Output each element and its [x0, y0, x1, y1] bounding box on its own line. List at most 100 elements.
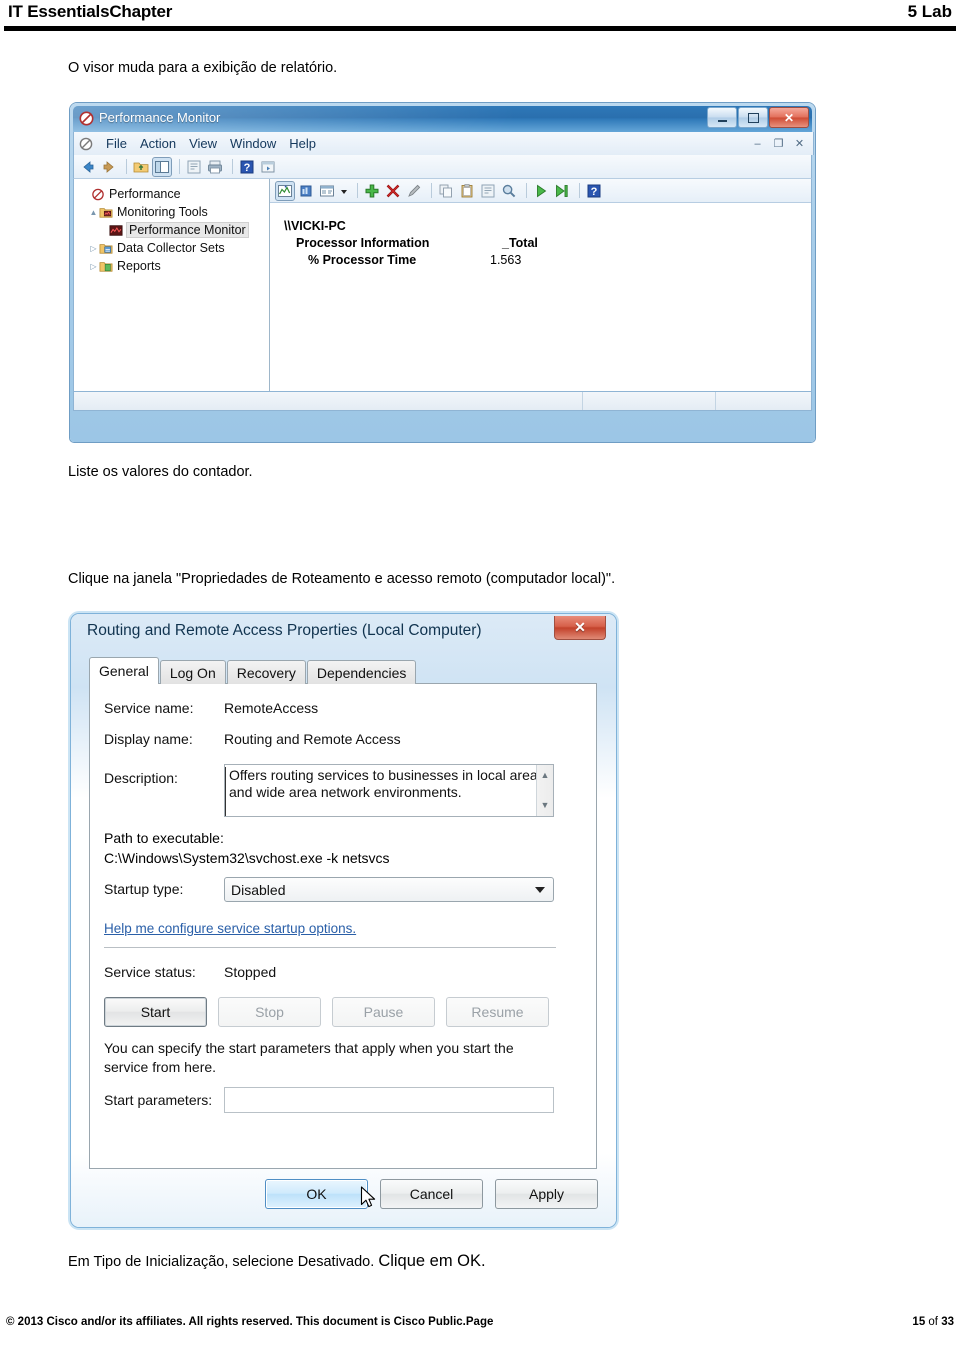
dialog-footer-buttons: OK Cancel Apply	[265, 1179, 598, 1209]
tree-label: Performance	[109, 187, 181, 201]
path-to-executable-label: Path to executable:	[104, 830, 224, 846]
display-name-row: Display name: Routing and Remote Access	[104, 731, 582, 764]
performance-monitor-menubar: File Action View Window Help – ❐ ✕	[73, 132, 814, 155]
rras-properties-dialog: Routing and Remote Access Properties (Lo…	[71, 614, 616, 1227]
path-to-executable-value: C:\Windows\System32\svchost.exe -k netsv…	[104, 850, 390, 866]
instruction-paragraph-4: Em Tipo de Inicialização, selecione Desa…	[68, 1252, 486, 1271]
view-report-icon[interactable]	[318, 182, 336, 200]
back-arrow-icon[interactable]	[79, 158, 97, 176]
help-configure-startup-link[interactable]: Help me configure service startup option…	[104, 921, 356, 936]
tab-recovery[interactable]: Recovery	[226, 660, 306, 684]
instruction-paragraph-3: Clique na janela "Propriedades de Roteam…	[68, 571, 616, 587]
ok-button[interactable]: OK	[265, 1179, 368, 1209]
instruction-paragraph-1: O visor muda para a exibição de relatóri…	[68, 60, 338, 76]
report-counter-label: % Processor Time	[308, 253, 417, 267]
tree-item-data-collector-sets[interactable]: ▷ Data Collector Sets	[78, 239, 269, 257]
menu-item-view[interactable]: View	[189, 136, 217, 151]
page-number-total: 33	[941, 1316, 954, 1328]
copy-properties-icon[interactable]	[437, 182, 455, 200]
service-name-row: Service name: RemoteAccess	[104, 700, 582, 731]
report-counter-row: % Processor Time 1.563	[284, 253, 811, 270]
tree-label: Reports	[117, 259, 161, 273]
scroll-down-icon[interactable]: ▼	[541, 797, 550, 814]
description-scrollbar[interactable]: ▲ ▼	[536, 765, 553, 816]
path-to-executable-row: Path to executable: C:\Windows\System32\…	[104, 830, 582, 877]
performance-monitor-icon	[79, 111, 94, 126]
start-parameters-input[interactable]	[224, 1087, 554, 1113]
status-segment-main	[74, 392, 583, 410]
new-window-icon[interactable]	[259, 158, 277, 176]
tree-label: Performance Monitor	[126, 222, 249, 238]
update-data-icon[interactable]	[553, 182, 571, 200]
menu-item-help[interactable]: Help	[289, 136, 316, 151]
horizontal-divider	[104, 947, 556, 948]
highlight-icon[interactable]	[405, 182, 423, 200]
startup-type-select[interactable]: Disabled	[224, 877, 554, 902]
up-folder-icon[interactable]	[132, 158, 150, 176]
page-number-current: 15	[912, 1316, 926, 1328]
menu-item-file[interactable]: File	[106, 136, 127, 151]
toolbar-separator	[431, 183, 432, 198]
mdi-window-controls: – ❐ ✕	[748, 134, 809, 153]
show-hide-console-tree-icon[interactable]	[152, 156, 172, 177]
mdi-restore-button[interactable]: ❐	[769, 134, 788, 153]
performance-monitor-body: Performance ▲ Monitoring Tools Performan…	[73, 179, 812, 391]
instruction-paragraph-4a: Em Tipo de Inicialização, selecione Desa…	[68, 1254, 379, 1270]
startup-type-label: Startup type:	[104, 881, 184, 897]
add-counter-icon[interactable]	[363, 182, 381, 200]
menu-item-action[interactable]: Action	[140, 136, 176, 151]
rras-close-button[interactable]: ✕	[554, 616, 606, 640]
page-header: IT EssentialsChapter 5 Lab	[0, 0, 960, 36]
view-graph-icon[interactable]	[275, 180, 295, 201]
zoom-icon[interactable]	[500, 182, 518, 200]
help-icon[interactable]: ?	[585, 182, 603, 200]
print-icon[interactable]	[206, 158, 224, 176]
data-collector-sets-icon	[99, 242, 113, 255]
forward-arrow-icon[interactable]	[100, 158, 118, 176]
menu-item-window[interactable]: Window	[230, 136, 276, 151]
unfreeze-display-icon[interactable]	[532, 182, 550, 200]
close-button[interactable]: ✕	[769, 107, 809, 128]
window-controls: ✕	[707, 107, 809, 128]
section-divider-row	[104, 947, 582, 964]
apply-button[interactable]: Apply	[495, 1179, 598, 1209]
tree-expander[interactable]: ▷	[88, 262, 99, 271]
delete-counter-icon[interactable]	[384, 182, 402, 200]
cancel-button[interactable]: Cancel	[380, 1179, 483, 1209]
minimize-button[interactable]	[707, 107, 737, 128]
description-textarea[interactable]: Offers routing services to businesses in…	[224, 764, 554, 817]
performance-monitor-small-icon	[109, 224, 123, 237]
view-dropdown-caret-icon[interactable]	[339, 182, 349, 200]
tree-expander[interactable]: ▲	[88, 208, 99, 217]
scroll-up-icon[interactable]: ▲	[541, 767, 550, 784]
properties-icon[interactable]	[185, 158, 203, 176]
tab-dependencies[interactable]: Dependencies	[306, 660, 417, 684]
report-object-row: Processor Information _Total	[284, 236, 811, 253]
paste-counter-list-icon[interactable]	[458, 182, 476, 200]
tree-expander[interactable]: ▷	[88, 244, 99, 253]
properties-icon[interactable]	[479, 182, 497, 200]
view-histogram-icon[interactable]	[297, 182, 315, 200]
tree-item-performance-monitor[interactable]: Performance Monitor	[78, 221, 269, 239]
maximize-button[interactable]	[738, 107, 768, 128]
header-divider-rule	[4, 26, 956, 31]
tree-item-monitoring-tools[interactable]: ▲ Monitoring Tools	[78, 203, 269, 221]
help-icon[interactable]: ?	[238, 158, 256, 176]
console-tree-panel: Performance ▲ Monitoring Tools Performan…	[74, 179, 270, 391]
tab-general[interactable]: General	[89, 657, 159, 684]
mdi-minimize-button[interactable]: –	[748, 134, 767, 153]
chevron-down-icon[interactable]	[535, 887, 545, 893]
performance-monitor-title: Performance Monitor	[99, 110, 221, 125]
page-number: 15 of 33	[912, 1316, 954, 1328]
start-parameters-label: Start parameters:	[104, 1092, 213, 1108]
performance-monitor-statusbar	[73, 391, 812, 411]
tree-item-performance[interactable]: Performance	[78, 185, 269, 203]
tab-log-on[interactable]: Log On	[159, 660, 226, 684]
report-instance-header: _Total	[502, 236, 538, 250]
mdi-close-button[interactable]: ✕	[790, 134, 809, 153]
tree-item-reports[interactable]: ▷ Reports	[78, 257, 269, 275]
reports-folder-icon	[99, 260, 113, 273]
toolbar-separator	[232, 159, 233, 174]
service-control-buttons: Start Stop Pause Resume	[104, 997, 549, 1027]
start-service-button[interactable]: Start	[104, 997, 207, 1027]
